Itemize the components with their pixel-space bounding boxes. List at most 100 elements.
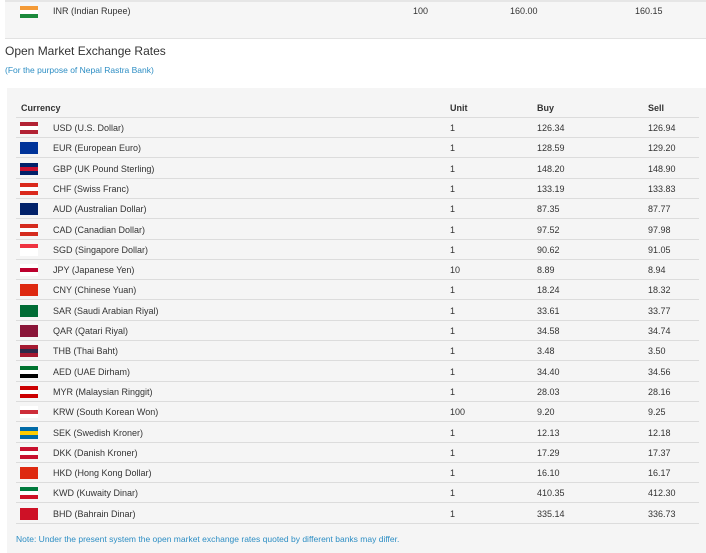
flag-icon <box>20 182 38 195</box>
sell-rate: 412.30 <box>648 488 676 499</box>
unit: 100 <box>413 6 429 16</box>
table-row: EUR (European Euro) 1 128.59 129.20 <box>16 138 699 159</box>
currency-name: KRW (South Korean Won) <box>53 407 159 418</box>
unit: 1 <box>450 488 456 499</box>
unit: 1 <box>450 366 456 377</box>
unit: 1 <box>450 508 456 519</box>
currency-name: SEK (Swedish Kroner) <box>53 427 144 438</box>
sell-rate: 17.37 <box>648 447 671 458</box>
flag-icon <box>20 162 38 175</box>
flag-icon <box>20 385 38 398</box>
unit: 1 <box>450 163 456 174</box>
flag-icon <box>20 467 38 480</box>
unit: 1 <box>450 204 456 215</box>
table-row: USD (U.S. Dollar) 1 126.34 126.94 <box>16 118 699 138</box>
table-row: GBP (UK Pound Sterling) 1 148.20 148.90 <box>16 159 699 179</box>
unit: 1 <box>450 244 456 255</box>
sell-rate: 34.74 <box>648 326 671 336</box>
sell-rate: 9.25 <box>648 407 666 418</box>
currency-name: AED (UAE Dirham) <box>53 366 131 377</box>
unit: 1 <box>450 183 456 194</box>
sell-rate: 18.32 <box>648 285 671 296</box>
flag-icon <box>20 426 38 439</box>
table-row: CHF (Swiss Franc) 1 133.19 133.83 <box>16 179 699 199</box>
currency-name: THB (Thai Baht) <box>53 346 119 357</box>
currency-name: DKK (Danish Kroner) <box>53 447 138 458</box>
buy-rate: 126.34 <box>537 123 565 133</box>
flag-icon <box>20 325 38 337</box>
header-buy: Buy <box>537 103 555 113</box>
header-sell: Sell <box>648 103 665 113</box>
buy-rate: 90.62 <box>537 244 560 255</box>
buy-rate: 160.00 <box>510 6 538 16</box>
unit: 10 <box>450 265 461 276</box>
buy-rate: 87.35 <box>537 204 560 215</box>
flag-icon <box>20 264 38 277</box>
flag-icon <box>20 243 38 256</box>
table-row: SGD (Singapore Dollar) 1 90.62 91.05 <box>16 240 699 260</box>
buy-rate: 9.20 <box>537 407 555 418</box>
flag-icon <box>20 203 38 216</box>
currency-name: EUR (European Euro) <box>53 143 142 154</box>
currency-name: CHF (Swiss Franc) <box>53 183 129 194</box>
unit: 100 <box>450 407 466 418</box>
table-header: Currency Unit Buy Sell <box>16 98 699 118</box>
currency-name: HKD (Hong Kong Dollar) <box>53 468 152 479</box>
flag-icon <box>20 142 38 155</box>
sell-rate: 87.77 <box>648 204 671 215</box>
unit: 1 <box>450 346 456 357</box>
header-unit: Unit <box>450 103 468 113</box>
buy-rate: 18.24 <box>537 285 560 296</box>
currency-name: QAR (Qatari Riyal) <box>53 326 129 336</box>
sell-rate: 336.73 <box>648 508 676 519</box>
table-row: CNY (Chinese Yuan) 1 18.24 18.32 <box>16 280 699 301</box>
unit: 1 <box>450 285 456 296</box>
flag-icon <box>20 284 38 297</box>
sell-rate: 28.16 <box>648 386 671 397</box>
currency-name: CNY (Chinese Yuan) <box>53 285 137 296</box>
sell-rate: 3.50 <box>648 346 666 357</box>
table-row: AUD (Australian Dollar) 1 87.35 87.77 <box>16 199 699 220</box>
table-row: MYR (Malaysian Ringgit) 1 28.03 28.16 <box>16 382 699 402</box>
sell-rate: 126.94 <box>648 123 676 133</box>
flag-icon <box>20 122 38 134</box>
table-row: CAD (Canadian Dollar) 1 97.52 97.98 <box>16 220 699 240</box>
currency-name: SGD (Singapore Dollar) <box>53 244 149 255</box>
table-row: SEK (Swedish Kroner) 1 12.13 12.18 <box>16 423 699 443</box>
flag-icon <box>20 406 38 419</box>
table-row: THB (Thai Baht) 1 3.48 3.50 <box>16 341 699 362</box>
buy-rate: 12.13 <box>537 427 560 438</box>
unit: 1 <box>450 447 456 458</box>
section-subtitle: (For the purpose of Nepal Rastra Bank) <box>5 65 154 75</box>
unit: 1 <box>450 386 456 397</box>
flag-icon <box>20 304 38 317</box>
sell-rate: 8.94 <box>648 265 666 276</box>
flag-icon <box>20 487 38 500</box>
buy-rate: 33.61 <box>537 305 560 316</box>
buy-rate: 16.10 <box>537 468 560 479</box>
sell-rate: 91.05 <box>648 244 671 255</box>
unit: 1 <box>450 468 456 479</box>
note: Note: Under the present system the open … <box>16 534 400 544</box>
currency-name: KWD (Kuwaity Dinar) <box>53 488 139 499</box>
currency-name: SAR (Saudi Arabian Riyal) <box>53 305 159 316</box>
table-row: JPY (Japanese Yen) 10 8.89 8.94 <box>16 260 699 281</box>
currency-name: AUD (Australian Dollar) <box>53 204 147 215</box>
buy-rate: 34.58 <box>537 326 560 336</box>
currency-name: CAD (Canadian Dollar) <box>53 224 146 235</box>
currency-name: GBP (UK Pound Sterling) <box>53 163 155 174</box>
buy-rate: 3.48 <box>537 346 555 357</box>
unit: 1 <box>450 143 456 154</box>
sell-rate: 133.83 <box>648 183 676 194</box>
table-row: HKD (Hong Kong Dollar) 1 16.10 16.17 <box>16 463 699 484</box>
sell-rate: 160.15 <box>635 6 663 16</box>
section-title: Open Market Exchange Rates <box>5 44 166 58</box>
currency-name: USD (U.S. Dollar) <box>53 123 125 133</box>
flag-icon <box>20 345 38 358</box>
sell-rate: 34.56 <box>648 366 671 377</box>
buy-rate: 128.59 <box>537 143 565 154</box>
unit: 1 <box>450 427 456 438</box>
flag-icon <box>20 365 38 378</box>
sell-rate: 16.17 <box>648 468 671 479</box>
sell-rate: 97.98 <box>648 224 671 235</box>
